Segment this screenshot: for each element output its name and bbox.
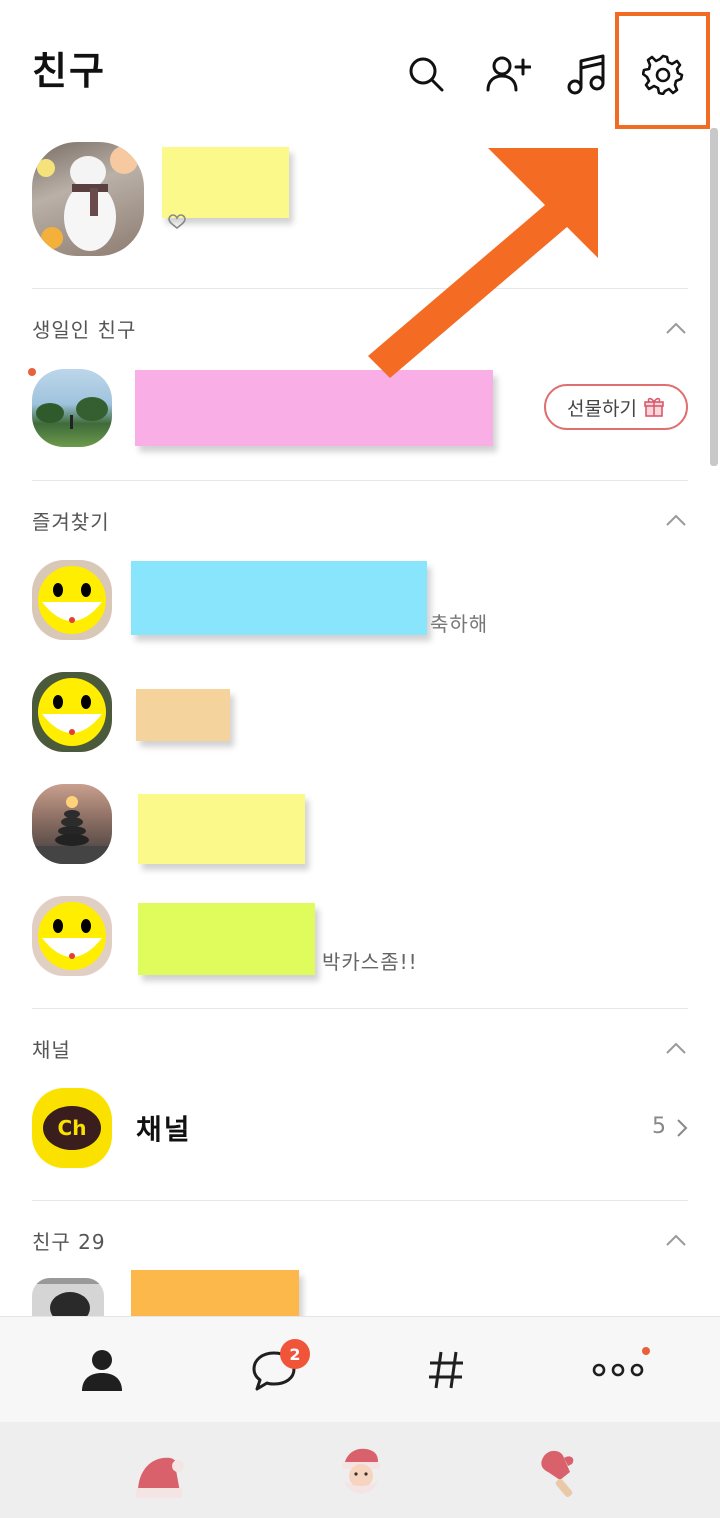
tab-friends[interactable]	[12, 1317, 192, 1423]
landscape-image	[36, 397, 108, 429]
person-icon	[82, 1350, 122, 1391]
header: 친구	[0, 0, 720, 140]
smiley-face-image	[38, 902, 106, 970]
music-button[interactable]	[562, 50, 610, 98]
collapse-birthday-button[interactable]	[666, 322, 686, 334]
friend-avatar[interactable]	[32, 1278, 104, 1318]
name-redaction-note	[162, 147, 289, 218]
collapse-favorites-button[interactable]	[666, 514, 686, 526]
search-icon	[409, 57, 444, 92]
name-redaction-note	[135, 370, 493, 446]
divider	[32, 1008, 688, 1009]
chevron-right-icon	[677, 1119, 688, 1137]
friend-avatar	[32, 784, 112, 864]
channel-count: 5	[652, 1114, 666, 1139]
name-redaction-note	[138, 794, 305, 864]
tab-more[interactable]	[528, 1317, 708, 1423]
heart-icon	[168, 214, 186, 230]
favorite-friend-row[interactable]: 박카스좀!!	[0, 894, 720, 978]
bottom-tab-bar: 2	[0, 1316, 720, 1422]
status-message: 박카스좀!!	[322, 950, 418, 974]
collapse-friends-button[interactable]	[666, 1234, 686, 1246]
send-gift-button[interactable]: 선물하기	[544, 384, 688, 430]
favorite-friend-row[interactable]: 축하해	[0, 558, 720, 642]
decoration-bar	[0, 1422, 720, 1518]
name-redaction-note	[131, 561, 427, 635]
channel-logo: Ch	[32, 1088, 112, 1168]
channel-name: 채널	[136, 1113, 192, 1146]
friend-avatar	[32, 672, 112, 752]
add-friend-button[interactable]	[484, 50, 532, 98]
tab-chats[interactable]: 2	[184, 1317, 364, 1423]
section-title-channel: 채널	[32, 1038, 71, 1062]
new-dot	[28, 368, 36, 376]
mitten-icon	[541, 1450, 574, 1498]
divider	[32, 480, 688, 481]
friend-avatar	[32, 896, 112, 976]
section-title-friends: 친구 29	[32, 1230, 106, 1254]
stacked-stones-image	[32, 796, 112, 864]
divider	[32, 1200, 688, 1201]
channel-logo-text: Ch	[43, 1106, 101, 1150]
name-redaction-note	[138, 903, 315, 975]
section-title-favorites: 즐겨찾기	[32, 510, 110, 534]
search-button[interactable]	[402, 50, 450, 98]
page-title: 친구	[32, 49, 106, 93]
favorite-friend-row[interactable]	[0, 670, 720, 754]
divider	[32, 288, 688, 289]
tab-view[interactable]	[356, 1317, 536, 1423]
santa-face-icon	[342, 1448, 380, 1494]
name-redaction-note	[136, 689, 230, 741]
person-photo-image	[32, 1278, 104, 1318]
settings-highlight-box	[615, 12, 710, 129]
my-profile-avatar[interactable]	[32, 142, 144, 256]
gift-icon	[644, 397, 664, 417]
smiley-face-image	[38, 566, 106, 634]
unread-badge: 2	[280, 1339, 310, 1369]
santa-hat-icon	[136, 1457, 184, 1498]
collapse-channel-button[interactable]	[666, 1042, 686, 1054]
gift-button-label: 선물하기	[567, 397, 637, 420]
smiley-face-image	[38, 678, 106, 746]
more-new-dot	[642, 1347, 650, 1355]
music-icon	[567, 54, 605, 95]
favorite-friend-row[interactable]	[0, 782, 720, 866]
snowman-image	[37, 146, 138, 251]
friend-avatar[interactable]	[32, 369, 112, 447]
scrollbar[interactable]	[710, 128, 718, 466]
add-friend-icon	[486, 56, 531, 92]
status-message: 축하해	[430, 612, 489, 636]
hashtag-icon	[429, 1351, 463, 1389]
section-title-birthday: 생일인 친구	[32, 318, 137, 342]
more-icon	[592, 1363, 644, 1377]
friend-avatar	[32, 560, 112, 640]
